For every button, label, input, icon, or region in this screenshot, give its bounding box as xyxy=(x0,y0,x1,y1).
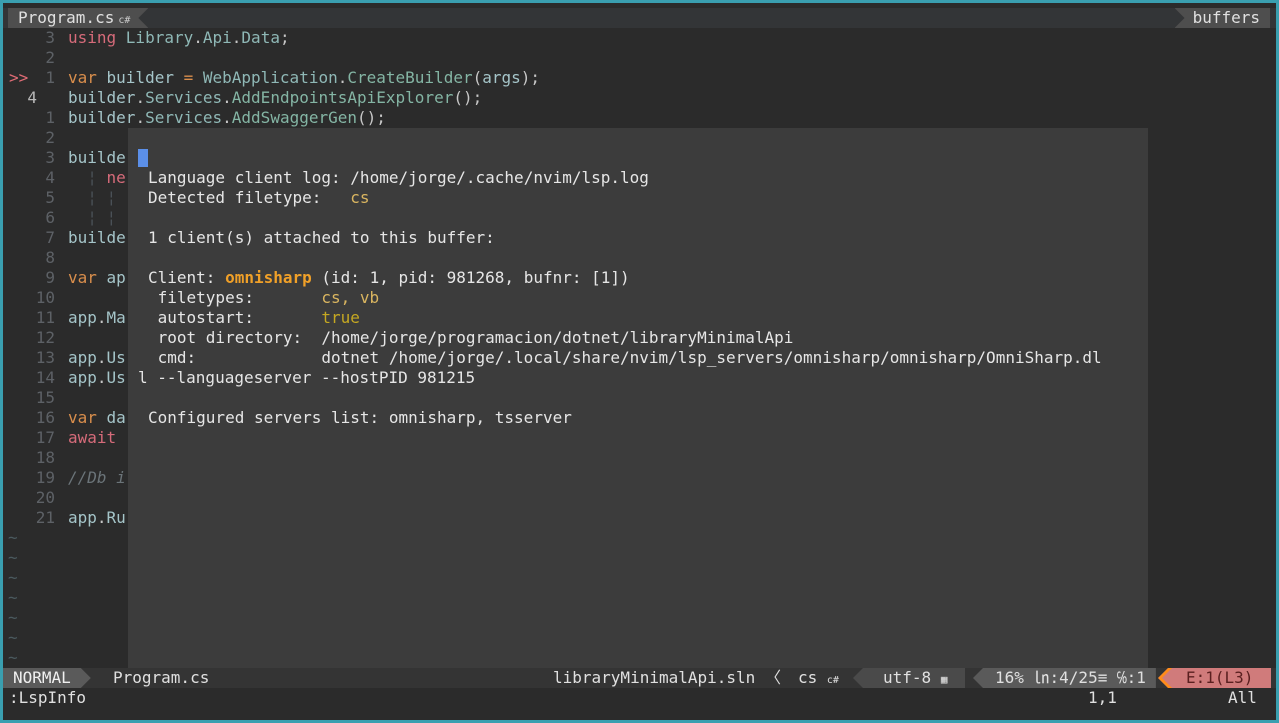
line-code: app.Ma xyxy=(68,308,126,327)
line-number: 3 xyxy=(45,28,55,47)
line-code: app.Us xyxy=(68,348,126,367)
csharp-icon: c# xyxy=(118,15,131,26)
status-solution: libraryMinimalApi.sln 〈 xyxy=(553,668,781,687)
empty-line-tilde: ~ xyxy=(8,588,18,607)
tab-label: Program.cs xyxy=(18,8,115,27)
empty-line-tilde: ~ xyxy=(8,628,18,647)
filetypes-line: filetypes: cs, vb xyxy=(148,288,380,307)
line-number: 7 xyxy=(45,228,55,247)
empty-line-tilde: ~ xyxy=(8,608,18,627)
line-number: 21 xyxy=(35,508,55,527)
status-diagnostics[interactable]: E:1(L3) xyxy=(1158,668,1272,688)
line-code: await xyxy=(68,428,126,447)
line-number: 17 xyxy=(35,428,55,447)
line-number: 1 xyxy=(45,108,55,127)
line-code: builder.Services.AddEndpointsApiExplorer… xyxy=(68,88,483,107)
empty-line-tilde: ~ xyxy=(8,528,18,547)
line-number: 13 xyxy=(35,348,55,367)
line-code: ¦ ¦ xyxy=(68,188,117,207)
line-number: 5 xyxy=(45,188,55,207)
line-number: 16 xyxy=(35,408,55,427)
command-line[interactable]: :LspInfo 1,1 All xyxy=(3,688,1276,708)
buffers-indicator[interactable]: buffers xyxy=(1174,8,1270,28)
windows-icon: ▦ xyxy=(940,673,948,686)
cmd-line: cmd: dotnet /home/jorge/.local/share/nvi… xyxy=(148,348,1102,367)
editor-pane[interactable]: 3 using Library.Api.Data; 2 >> 1 var builder … xyxy=(3,28,1276,668)
line-number: 18 xyxy=(35,448,55,467)
line-number: 12 xyxy=(35,328,55,347)
autostart-line: autostart: true xyxy=(148,308,360,327)
filetype-value: cs xyxy=(350,188,370,207)
line-number: 11 xyxy=(35,308,55,327)
line-code: app.Ru xyxy=(68,508,126,527)
line-code: var builder = WebApplication.CreateBuild… xyxy=(68,68,541,87)
warning-icon xyxy=(1158,668,1178,688)
client-name: omnisharp xyxy=(225,268,312,287)
status-position: 16% ㏑:4/25≡ ℅:1 xyxy=(973,668,1156,688)
client-line: Client: omnisharp (id: 1, pid: 981268, b… xyxy=(148,268,630,287)
line-code: var da xyxy=(68,408,126,427)
log-path: /home/jorge/.cache/nvim/lsp.log xyxy=(350,168,649,187)
line-code: builde xyxy=(68,228,126,247)
filetype-line: Detected filetype: cs xyxy=(148,188,370,207)
empty-line-tilde: ~ xyxy=(8,548,18,567)
line-number: 2 xyxy=(45,48,55,67)
log-line: Language client log: /home/jorge/.cache/… xyxy=(148,168,649,187)
line-number: 2 xyxy=(45,128,55,147)
line-code: //Db i xyxy=(68,468,126,487)
scroll-indicator: All xyxy=(1228,688,1257,707)
line-number: 20 xyxy=(35,488,55,507)
cmd-value: dotnet /home/jorge/.local/share/nvim/lsp… xyxy=(321,348,1102,367)
autostart-value: true xyxy=(321,308,360,327)
tabline: Program.cs c# buffers xyxy=(3,8,1276,28)
status-filename: Program.cs xyxy=(113,668,210,687)
line-code: ¦ ne xyxy=(68,168,126,187)
line-number: 15 xyxy=(35,388,55,407)
cmd-wrap-line: l --languageserver --hostPID 981215 xyxy=(138,368,476,387)
line-code: builder.Services.AddSwaggerGen(); xyxy=(68,108,386,127)
cursor xyxy=(138,149,148,167)
line-code: ¦ ¦ xyxy=(68,208,117,227)
cursor-position: 1,1 xyxy=(1088,688,1117,707)
mode-indicator: NORMAL xyxy=(3,668,91,688)
line-code: builde xyxy=(68,148,126,167)
root-value: /home/jorge/programacion/dotnet/libraryM… xyxy=(321,328,794,347)
line-number: 9 xyxy=(45,268,55,287)
status-encoding: utf-8 ▦ xyxy=(853,668,966,688)
line-number: 1 xyxy=(45,68,55,87)
line-number: 4 xyxy=(45,168,55,187)
line-number: 4 xyxy=(27,88,37,107)
statusline: NORMAL Program.cs libraryMinimalApi.sln … xyxy=(3,668,1276,688)
empty-line-tilde: ~ xyxy=(8,568,18,587)
attached-line: 1 client(s) attached to this buffer: xyxy=(148,228,495,247)
configured-servers-line: Configured servers list: omnisharp, tsse… xyxy=(148,408,572,427)
nvim-window: Program.cs c# buffers 3 using Library.Api.… xyxy=(3,3,1276,720)
separator-icon: 〈 xyxy=(764,668,781,687)
line-number: 19 xyxy=(35,468,55,487)
filetypes-value: cs, vb xyxy=(321,288,380,307)
line-code: var ap xyxy=(68,268,126,287)
line-number: 10 xyxy=(35,288,55,307)
line-number: 3 xyxy=(45,148,55,167)
lspinfo-float-window[interactable]: Language client log: /home/jorge/.cache/… xyxy=(128,128,1148,668)
empty-line-tilde: ~ xyxy=(8,648,18,667)
csharp-icon: c# xyxy=(826,675,839,686)
tab-program-cs[interactable]: Program.cs c# xyxy=(8,8,148,28)
line-code: using Library.Api.Data; xyxy=(68,28,290,47)
root-line: root directory: /home/jorge/programacion… xyxy=(148,328,794,347)
line-number: 8 xyxy=(45,248,55,267)
line-number: 14 xyxy=(35,368,55,387)
line-code: app.Us xyxy=(68,368,126,387)
line-number: 6 xyxy=(45,208,55,227)
command-text: :LspInfo xyxy=(9,688,87,707)
